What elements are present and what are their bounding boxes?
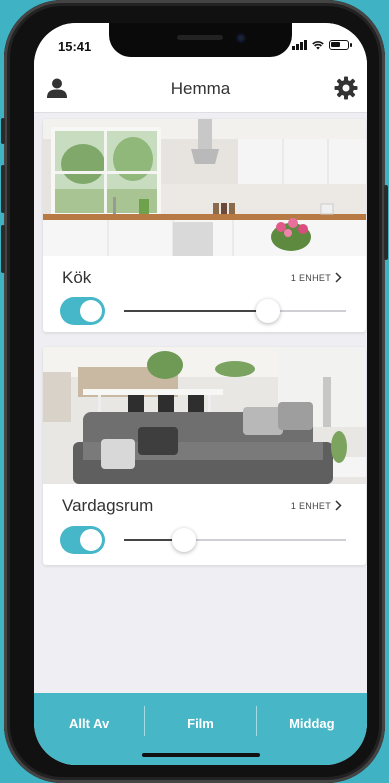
device-count-link[interactable]: 1 ENHET: [291, 500, 342, 511]
room-card-kok[interactable]: Kök 1 ENHET: [43, 119, 366, 332]
chevron-right-icon: [335, 500, 342, 511]
device-count-label: 1 ENHET: [290, 272, 331, 283]
gear-icon[interactable]: [334, 76, 358, 100]
app-screen: 15:41 Hemma Kök 1 ENHET Vardagsrum 1 ENH…: [34, 23, 367, 765]
room-name: Vardagsrum: [62, 496, 154, 515]
power-toggle[interactable]: [60, 526, 105, 554]
notch: [109, 23, 292, 57]
living-room-photo: [43, 347, 366, 484]
volume-up-button: [1, 165, 5, 213]
device-count-link[interactable]: 1 ENHET: [291, 272, 342, 283]
mute-switch: [1, 118, 5, 144]
brightness-slider[interactable]: [124, 299, 346, 323]
wifi-icon: [312, 41, 324, 50]
page-title: Hemma: [170, 79, 231, 98]
room-name: Kök: [62, 268, 92, 287]
front-camera: [236, 33, 246, 43]
slider-thumb[interactable]: [171, 528, 196, 552]
scene-button-middag[interactable]: Middag: [257, 693, 367, 765]
kitchen-photo: [43, 119, 366, 256]
chevron-right-icon: [335, 272, 342, 283]
app-header: Hemma: [34, 63, 367, 113]
slider-fill: [124, 310, 269, 312]
status-icons: [292, 40, 352, 50]
speaker-grille: [177, 35, 223, 40]
status-time: 15:41: [58, 39, 92, 54]
scene-button-allt-av[interactable]: Allt Av: [34, 693, 144, 765]
phone-frame: 15:41 Hemma Kök 1 ENHET Vardagsrum 1 ENH…: [1, 0, 388, 783]
power-button: [384, 185, 388, 260]
device-count-label: 1 ENHET: [290, 500, 331, 511]
slider-thumb[interactable]: [256, 299, 281, 323]
battery-icon: [329, 40, 352, 50]
volume-down-button: [1, 225, 5, 273]
power-toggle[interactable]: [60, 297, 105, 325]
cellular-signal-icon: [292, 40, 307, 50]
scene-bar: Allt Av Film Middag: [34, 693, 367, 765]
room-card-vardagsrum[interactable]: Vardagsrum 1 ENHET: [43, 347, 366, 565]
home-indicator: [142, 753, 260, 757]
toggle-knob: [80, 529, 102, 551]
brightness-slider[interactable]: [124, 528, 346, 552]
toggle-knob: [80, 300, 102, 322]
